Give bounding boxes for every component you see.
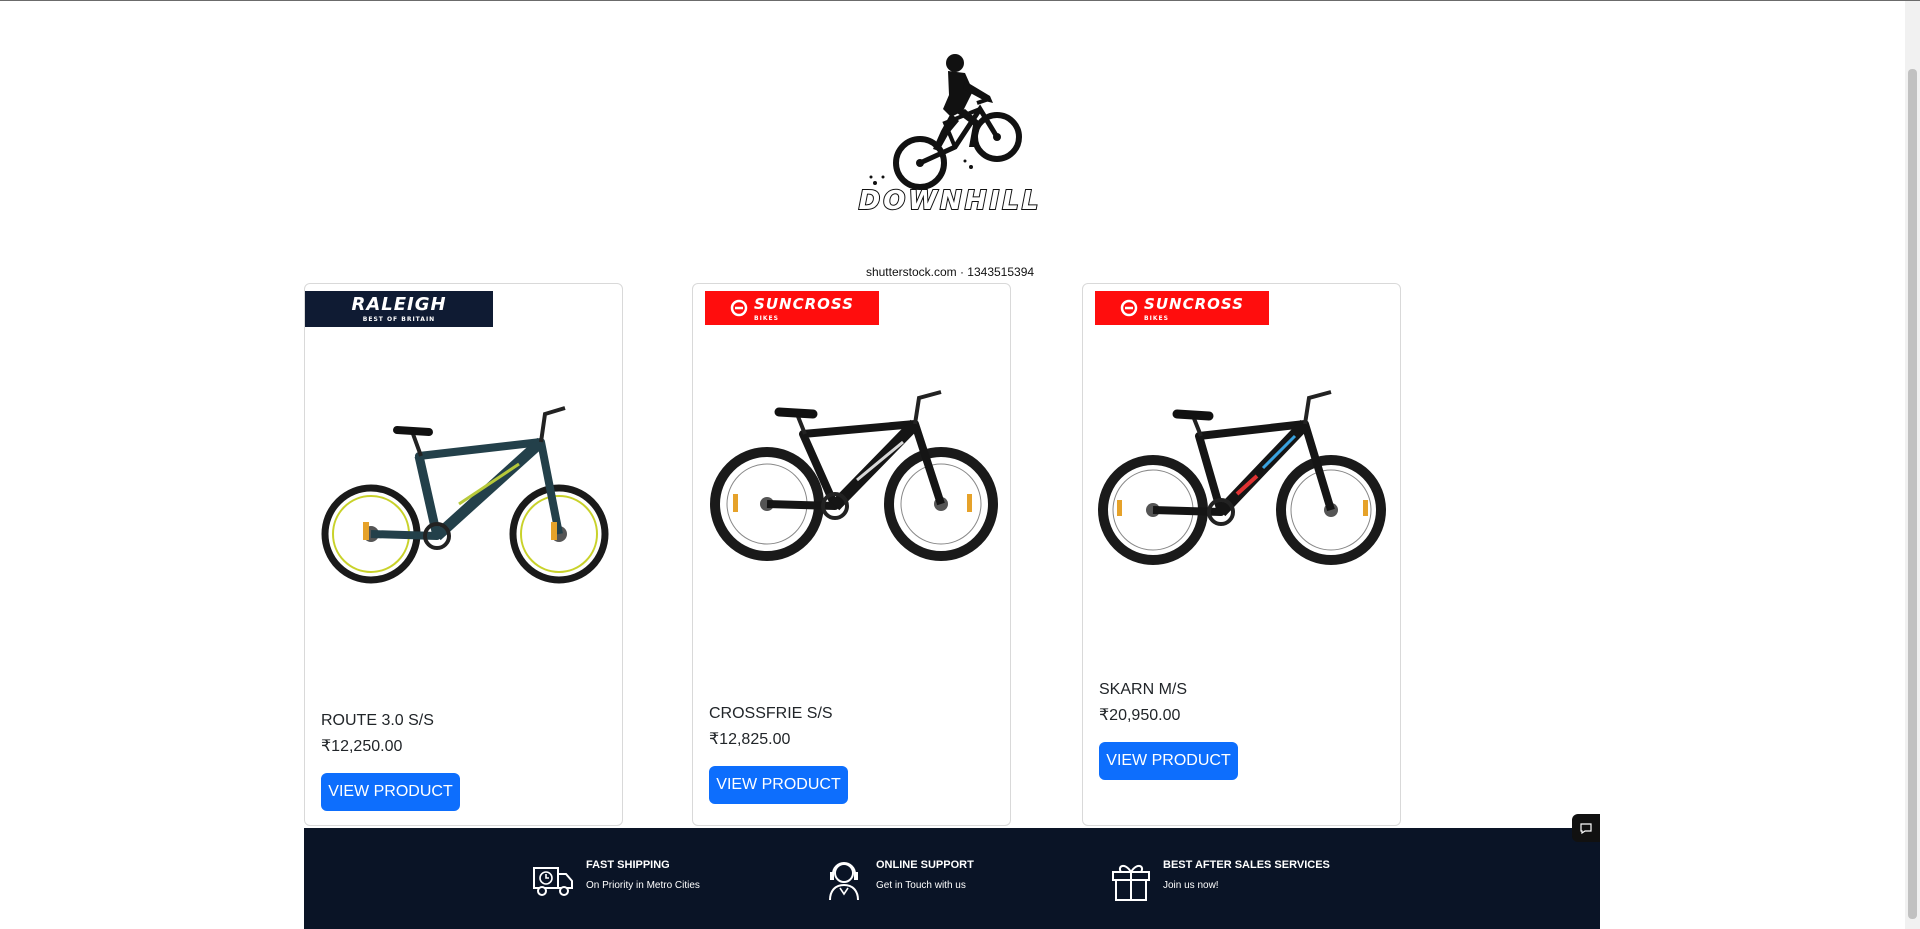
product-name[interactable]: SKARN M/S [1099,681,1187,699]
view-product-button[interactable]: VIEW PRODUCT [1099,742,1238,780]
product-card: SUNCROSS BIKES CROSSFRIE S/S ₹12,825.00 … [692,283,1011,826]
product-image[interactable] [1087,384,1397,574]
brand-badge-suncross: SUNCROSS BIKES [705,291,879,325]
product-image[interactable] [309,394,619,584]
brand-badge-raleigh: RALEIGH BEST OF BRITAIN [305,291,493,327]
feature-title: FAST SHIPPING [586,859,670,871]
brand-name: SUNCROSS [754,294,854,313]
features-footer: FAST SHIPPING On Priority in Metro Citie… [304,814,1600,929]
bicycle-icon [1098,390,1386,565]
product-price: ₹12,825.00 [709,731,791,748]
brand-name: SUNCROSS [1144,294,1244,313]
product-name[interactable]: ROUTE 3.0 S/S [321,712,434,730]
feature-fast-shipping: FAST SHIPPING On Priority in Metro Citie… [532,858,700,902]
view-product-button[interactable]: VIEW PRODUCT [321,773,460,811]
product-price: ₹20,950.00 [1099,707,1181,724]
bicycle-icon [321,406,609,584]
product-card: SUNCROSS BIKES SKARN M/S ₹20,950.00 VIEW… [1082,283,1401,826]
gift-box-icon [1109,858,1153,902]
logo-wordmark: DOWNHILL [858,185,1042,217]
feature-title: ONLINE SUPPORT [876,859,974,871]
brand-name: RALEIGH [351,293,447,315]
product-price: ₹12,250.00 [321,738,403,755]
feature-title: BEST AFTER SALES SERVICES [1163,859,1330,871]
bicycle-icon [710,390,998,561]
delivery-truck-icon [532,858,576,902]
product-image[interactable] [697,384,1007,574]
vertical-scrollbar[interactable] [1905,1,1920,929]
view-product-button[interactable]: VIEW PRODUCT [709,766,848,804]
brand-tagline: BIKES [1144,314,1169,322]
site-logo[interactable]: DOWNHILL [845,51,1055,221]
brand-tagline: BEST OF BRITAIN [362,315,436,323]
support-agent-icon [822,858,866,902]
brand-badge-suncross: SUNCROSS BIKES [1095,291,1269,325]
product-card: RALEIGH BEST OF BRITAIN ROUTE 3.0 S/S ₹1… [304,283,623,826]
chat-widget-button[interactable] [1572,814,1600,842]
suncross-logo-icon [1120,299,1138,317]
feature-subtitle: Get in Touch with us [876,880,966,891]
feature-online-support: ONLINE SUPPORT Get in Touch with us [822,858,974,902]
brand-tagline: BIKES [754,314,779,322]
feature-subtitle: Join us now! [1163,880,1219,891]
suncross-logo-icon [730,299,748,317]
scrollbar-thumb[interactable] [1908,69,1917,919]
product-name[interactable]: CROSSFRIE S/S [709,705,833,723]
chat-icon [1580,823,1592,835]
feature-subtitle: On Priority in Metro Cities [586,880,700,891]
logo-credit: shutterstock.com · 1343515394 [865,265,1035,279]
feature-after-sales: BEST AFTER SALES SERVICES Join us now! [1109,858,1330,902]
